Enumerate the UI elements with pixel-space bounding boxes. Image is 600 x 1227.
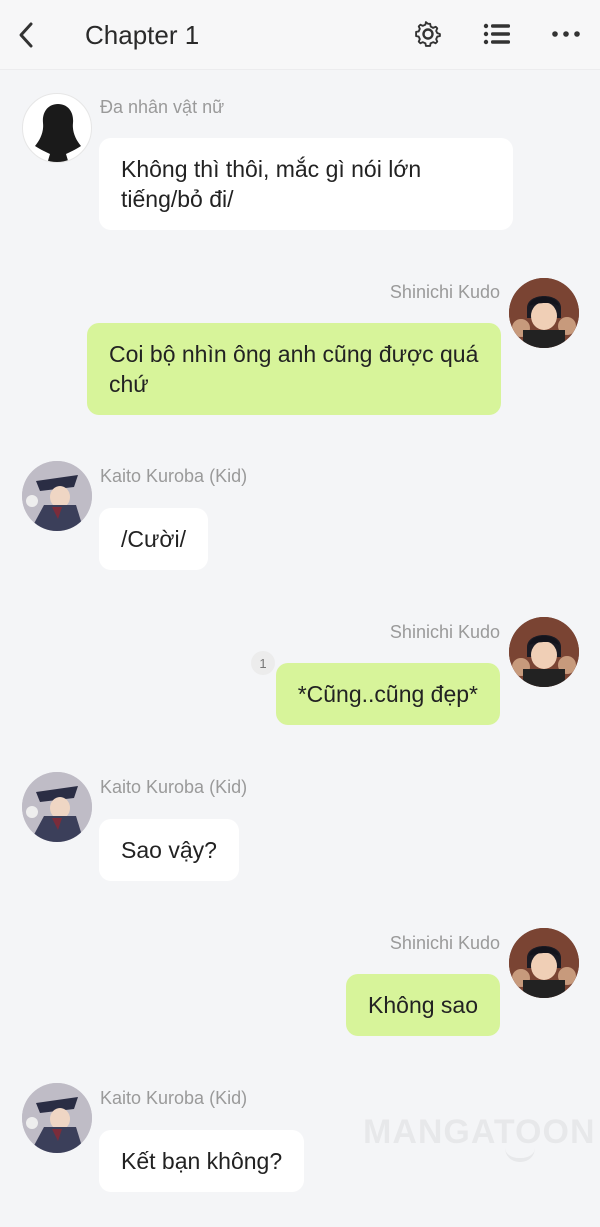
sender-name: Kaito Kuroba (Kid)	[100, 466, 248, 486]
settings-button[interactable]	[412, 18, 444, 50]
gear-icon	[415, 21, 441, 47]
character-portrait-icon	[509, 617, 579, 687]
comment-count-badge[interactable]: 1	[251, 651, 275, 675]
sender-name: Đa nhân vật nữ	[100, 97, 225, 117]
message-bubble[interactable]: Coi bộ nhìn ông anh cũng được quá chứ	[87, 323, 501, 415]
chapter-list-button[interactable]	[481, 18, 513, 50]
watermark-smile-icon	[505, 1148, 535, 1162]
back-button[interactable]	[12, 18, 40, 52]
list-icon	[483, 23, 510, 45]
character-portrait-icon	[509, 278, 579, 348]
message-bubble[interactable]: Sao vậy?	[99, 819, 239, 881]
avatar-shinichi[interactable]	[509, 928, 579, 998]
avatar-kaito[interactable]	[22, 772, 92, 842]
more-button[interactable]	[550, 18, 582, 50]
sender-name: Shinichi Kudo	[389, 933, 500, 953]
top-bar: Chapter 1	[0, 0, 600, 70]
sender-name: Kaito Kuroba (Kid)	[100, 1088, 248, 1108]
avatar-shinichi[interactable]	[509, 617, 579, 687]
message-bubble[interactable]: *Cũng..cũng đẹp*	[275, 663, 500, 725]
sender-name: Shinichi Kudo	[389, 282, 500, 302]
watermark: MANGATOON	[363, 1113, 596, 1151]
page-title: Chapter 1	[85, 20, 200, 50]
avatar-kaito[interactable]	[22, 461, 92, 531]
character-portrait-icon	[22, 1083, 92, 1153]
message-bubble[interactable]: Không thì thôi, mắc gì nói lớn tiếng/bỏ …	[99, 138, 513, 230]
more-icon	[552, 31, 580, 37]
message-bubble[interactable]: /Cười/	[99, 508, 208, 570]
avatar-shinichi[interactable]	[509, 278, 579, 348]
character-portrait-icon	[22, 461, 92, 531]
avatar-kaito[interactable]	[22, 1083, 92, 1153]
character-portrait-icon	[22, 772, 92, 842]
message-bubble[interactable]: Kết bạn không?	[99, 1130, 305, 1192]
back-icon	[19, 22, 33, 48]
character-portrait-icon	[509, 928, 579, 998]
avatar-female-silhouette[interactable]	[22, 93, 92, 163]
message-bubble[interactable]: Không sao	[346, 974, 500, 1036]
silhouette-icon	[35, 104, 81, 162]
sender-name: Shinichi Kudo	[389, 622, 500, 642]
sender-name: Kaito Kuroba (Kid)	[100, 777, 248, 797]
